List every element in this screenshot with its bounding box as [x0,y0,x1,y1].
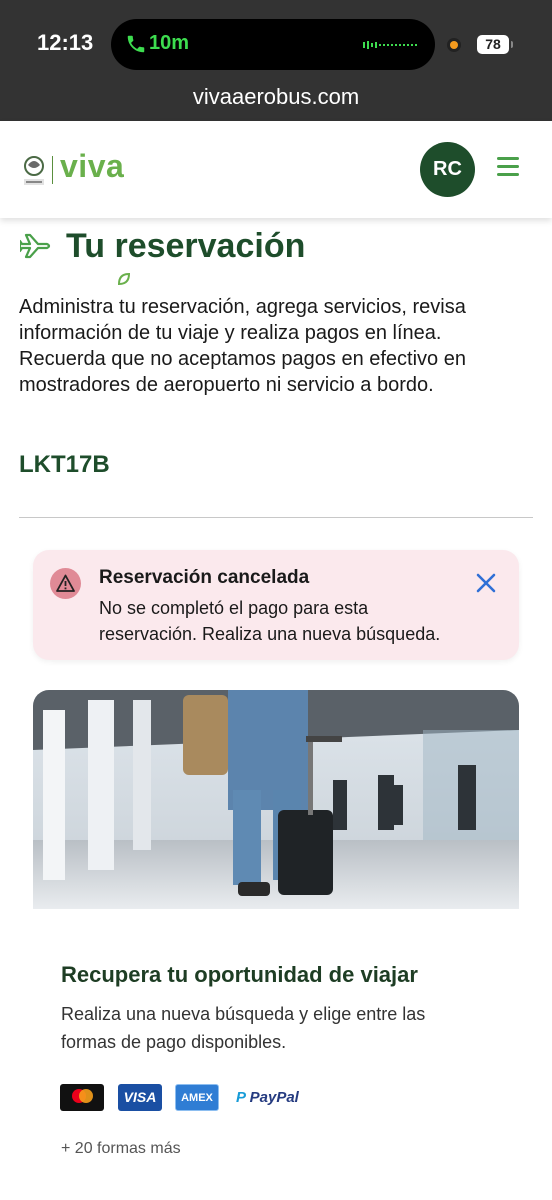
alert-message: No se completó el pago para esta reserva… [99,598,441,644]
warning-icon [50,568,81,599]
divider [19,517,533,518]
url-bar[interactable]: vivaaerobus.com [0,84,552,110]
user-avatar[interactable]: RC [420,142,475,197]
leaf-icon [118,273,130,285]
battery-indicator: 78 [477,35,513,54]
mastercard-icon [60,1084,104,1111]
alert-title: Reservación cancelada [99,567,310,588]
page-description: Administra tu reservación, agrega servic… [19,296,466,396]
camera-indicator-icon [447,38,461,52]
viva-logo[interactable]: viva [60,148,124,185]
page-title: Tu reservación [66,227,306,265]
promo-text: Realiza una nueva búsqueda y elige entre… [61,1004,426,1052]
hamburger-menu-icon[interactable] [497,157,519,177]
status-time: 12:13 [37,30,94,55]
promo-title: Recupera tu oportunidad de viajar [61,962,418,987]
audio-wave-icon [363,41,417,49]
booking-code: LKT17B [19,451,110,478]
more-payment-methods[interactable]: + 20 formas más [61,1140,181,1158]
airplane-icon [20,233,51,259]
traveler-photo [33,690,519,909]
visa-icon: VISA [118,1084,162,1111]
logo-separator [52,156,53,184]
phone-icon [127,35,145,53]
dynamic-island[interactable]: 10m [111,19,435,70]
paypal-icon: P PayPal [236,1089,299,1106]
mexico-emblem-icon [24,156,44,185]
call-duration: 10m [149,32,190,54]
cancellation-alert: Reservación cancelada No se completó el … [33,550,519,660]
status-bar: 12:13 10m 78 vivaaerobus.com [0,0,552,121]
amex-icon: AMEX [175,1084,219,1111]
paypal-label: PayPal [249,1089,299,1106]
close-icon[interactable] [473,570,499,596]
